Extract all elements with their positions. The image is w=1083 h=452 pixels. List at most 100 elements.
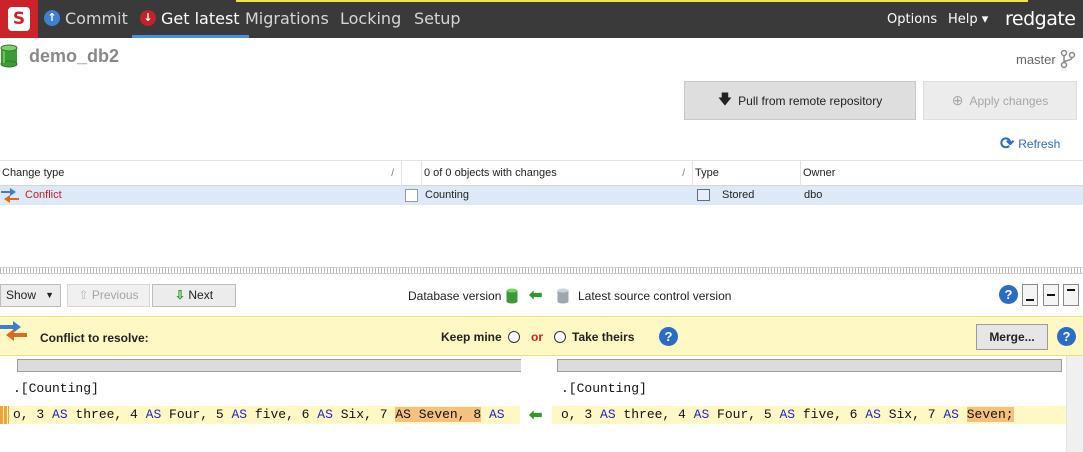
take-theirs-radio[interactable]: [554, 331, 566, 343]
object-name-cell: Counting: [425, 189, 470, 201]
options-menu[interactable]: Options: [887, 0, 937, 38]
left-object-name: .[Counting]: [13, 381, 99, 396]
merge-button[interactable]: Merge...: [976, 324, 1048, 350]
conflict-banner: Conflict to resolve: Keep mine or Take t…: [0, 316, 1083, 356]
apply-button-label: Apply changes: [969, 93, 1049, 108]
git-branch-icon: [1060, 49, 1076, 69]
layout-bottom-button[interactable]: [1022, 284, 1038, 306]
sql-keyword: AS: [317, 407, 333, 422]
code-text: Six, 7: [880, 407, 944, 422]
code-text: five, 6: [247, 407, 318, 422]
change-marker: [0, 406, 9, 424]
database-version-label: Database version: [408, 289, 502, 303]
tab-migrations[interactable]: Migrations: [245, 0, 329, 38]
help-icon[interactable]: ?: [1057, 327, 1076, 346]
layout-top-button[interactable]: [1063, 284, 1079, 306]
sql-keyword: AS: [865, 407, 881, 422]
conflict-title: Conflict to resolve:: [40, 331, 149, 345]
vertical-scrollbar[interactable]: [1066, 356, 1083, 452]
owner-cell: dbo: [804, 189, 823, 201]
type-cell: Stored: [722, 189, 755, 201]
tab-setup[interactable]: Setup: [414, 0, 461, 38]
help-icon[interactable]: ?: [659, 327, 678, 346]
code-text: five, 6: [795, 407, 866, 422]
table-row[interactable]: Conflict Counting Stored dbo: [0, 186, 1083, 205]
sql-source-control-logo: S: [0, 0, 38, 38]
sql-keyword: AS: [145, 407, 162, 422]
up-arrow-icon: ⇧: [78, 288, 89, 302]
next-button[interactable]: ⇩ Next: [152, 284, 236, 307]
code-text: Four, 5: [709, 407, 780, 422]
column-header-change-type[interactable]: Change type /: [0, 161, 402, 186]
right-code-line: o, 3 AS three, 4 AS Four, 5 AS five, 6 A…: [561, 407, 1061, 425]
commit-up-arrow-icon: ↑: [44, 10, 60, 26]
stored-procedure-icon: [697, 189, 710, 201]
left-code-line: o, 3 AS three, 4 AS Four, 5 AS five, 6 A…: [13, 407, 519, 425]
diff-toolbar: Show ▼ ⇧ Previous ⇩ Next Database version…: [0, 276, 1083, 316]
dropdown-caret-icon: ▼: [45, 290, 54, 300]
code-text: o, 3: [561, 407, 601, 422]
apply-changes-button[interactable]: ⊕ Apply changes: [923, 81, 1077, 120]
download-arrow-icon: 🡇: [717, 90, 733, 107]
column-header-checkbox[interactable]: [402, 161, 422, 186]
sql-keyword: AS: [693, 407, 710, 422]
code-text: o, 3: [13, 407, 53, 422]
tab-get-latest[interactable]: ↓ Get latest: [132, 0, 249, 38]
diff-viewer: .[Counting] .[Counting] o, 3 AS three, 4…: [0, 356, 1083, 452]
database-version-icon: [506, 288, 518, 304]
pull-button-label: Pull from remote repository: [738, 93, 883, 108]
top-navigation-bar: S ↑ Commit ↓ Get latest Migrations Locking…: [0, 0, 1083, 38]
sql-keyword: AS: [488, 407, 505, 422]
keep-mine-radio[interactable]: [508, 331, 520, 343]
row-checkbox[interactable]: [405, 189, 418, 202]
refresh-button[interactable]: ⟳ Refresh: [1000, 134, 1060, 154]
redgate-brand-logo: redgate: [1005, 8, 1076, 30]
conflict-arrows-icon: [0, 321, 27, 341]
diff-highlight: AS Seven, 8: [395, 407, 482, 422]
change-type-cell: Conflict: [25, 189, 62, 201]
get-latest-down-arrow-icon: ↓: [140, 10, 156, 26]
pane-gutter: [521, 356, 552, 452]
pull-from-remote-button[interactable]: 🡇 Pull from remote repository: [684, 81, 916, 120]
keep-mine-label[interactable]: Keep mine: [441, 330, 502, 344]
refresh-icon: ⟳: [1000, 134, 1015, 153]
help-icon[interactable]: ?: [999, 285, 1018, 304]
help-menu[interactable]: Help ▾: [948, 0, 988, 38]
grid-empty-area: [0, 205, 1083, 267]
tab-locking[interactable]: Locking: [340, 0, 401, 38]
column-header-objects[interactable]: 0 of 0 objects with changes /: [422, 161, 693, 186]
sql-keyword: AS: [779, 407, 796, 422]
column-header-owner[interactable]: Owner: [801, 161, 1083, 186]
show-dropdown-button[interactable]: Show ▼: [0, 284, 61, 307]
tab-commit[interactable]: ↑ Commit: [44, 0, 128, 38]
layout-middle-button[interactable]: [1043, 284, 1059, 306]
sql-keyword: AS: [600, 407, 616, 422]
tab-commit-label: Commit: [65, 9, 128, 28]
previous-button[interactable]: ⇧ Previous: [67, 284, 150, 307]
code-text: Six, 7: [332, 407, 396, 422]
sort-icon: /: [391, 168, 394, 179]
take-theirs-label[interactable]: Take theirs: [572, 330, 634, 344]
logo-letter: S: [8, 7, 30, 31]
code-text: three, 4: [615, 407, 694, 422]
or-label: or: [531, 330, 543, 344]
sql-keyword: AS: [943, 407, 959, 422]
right-horizontal-scrollbar[interactable]: [557, 359, 1062, 372]
sql-keyword: AS: [231, 407, 248, 422]
changes-grid-header: Change type/ 0 of 0 objects with changes…: [0, 160, 1083, 186]
left-arrow-icon: ⬅: [529, 287, 543, 304]
column-header-type[interactable]: Type: [693, 161, 801, 186]
refresh-label: Refresh: [1018, 137, 1061, 151]
down-arrow-icon: ⇩: [174, 288, 186, 302]
code-text: three, 4: [67, 407, 146, 422]
apply-download-circle-icon: ⊕: [951, 92, 964, 108]
sort-icon: /: [682, 168, 685, 179]
left-horizontal-scrollbar[interactable]: [17, 359, 522, 372]
pane-splitter[interactable]: [0, 267, 1083, 274]
copy-left-arrow-icon[interactable]: ⬅: [529, 405, 542, 425]
database-icon: [0, 44, 18, 68]
source-control-version-icon: [557, 288, 569, 304]
source-control-version-label: Latest source control version: [578, 289, 732, 303]
